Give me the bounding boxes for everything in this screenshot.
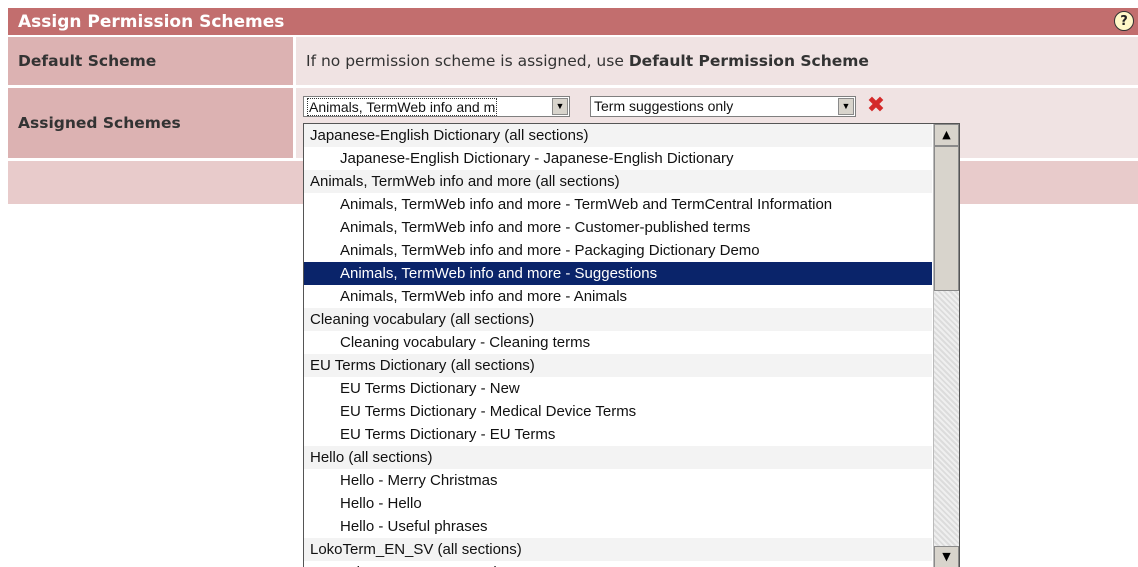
dropdown-option[interactable]: Animals, TermWeb info and more - Custome…	[304, 216, 932, 239]
dropdown-option[interactable]: EU Terms Dictionary - Medical Device Ter…	[304, 400, 932, 423]
dropdown-option[interactable]: Hello - Merry Christmas	[304, 469, 932, 492]
dropdown-option[interactable]: Animals, TermWeb info and more - Animals	[304, 285, 932, 308]
default-scheme-text: If no permission scheme is assigned, use	[306, 52, 629, 70]
dropdown-option[interactable]: Japanese-English Dictionary - Japanese-E…	[304, 147, 932, 170]
dropdown-option[interactable]: Hello - Useful phrases	[304, 515, 932, 538]
dropdown-option[interactable]: Cleaning vocabulary - Cleaning terms	[304, 331, 932, 354]
panel-header: Assign Permission Schemes ?	[8, 8, 1138, 36]
dropdown-group-option[interactable]: Animals, TermWeb info and more (all sect…	[304, 170, 932, 193]
permission-select[interactable]: Term suggestions only ▼	[590, 96, 856, 117]
default-scheme-value: If no permission scheme is assigned, use…	[296, 37, 1138, 85]
question-icon[interactable]: ?	[1114, 11, 1134, 31]
assigned-schemes-label: Assigned Schemes	[8, 88, 293, 158]
delete-icon[interactable]: ✖	[865, 95, 887, 117]
dropdown-options: Japanese-English Dictionary (all section…	[304, 124, 959, 567]
panel-title: Assign Permission Schemes	[18, 12, 285, 32]
permission-select-value: Term suggestions only	[594, 98, 734, 114]
dropdown-option[interactable]: Animals, TermWeb info and more - Suggest…	[304, 262, 932, 285]
dropdown-group-option[interactable]: Cleaning vocabulary (all sections)	[304, 308, 932, 331]
dropdown-option[interactable]: Animals, TermWeb info and more - Packagi…	[304, 239, 932, 262]
chevron-down-icon[interactable]: ▼	[838, 98, 854, 115]
chevron-down-icon[interactable]: ▼	[552, 98, 568, 115]
dropdown-option[interactable]: Hello - Hello	[304, 492, 932, 515]
dropdown-group-option[interactable]: Japanese-English Dictionary (all section…	[304, 124, 932, 147]
scheme-dropdown-list[interactable]: Japanese-English Dictionary (all section…	[303, 123, 960, 567]
scroll-down-icon[interactable]: ▼	[934, 546, 959, 567]
dropdown-group-option[interactable]: LokoTerm_EN_SV (all sections)	[304, 538, 932, 561]
default-scheme-name: Default Permission Scheme	[628, 52, 869, 70]
dropdown-group-option[interactable]: EU Terms Dictionary (all sections)	[304, 354, 932, 377]
dropdown-option[interactable]: EU Terms Dictionary - EU Terms	[304, 423, 932, 446]
default-scheme-label: Default Scheme	[8, 37, 293, 85]
scrollbar-thumb[interactable]	[934, 146, 959, 291]
scroll-up-icon[interactable]: ▲	[934, 124, 959, 146]
dropdown-scrollbar[interactable]: ▲ ▼	[933, 124, 959, 567]
default-scheme-row: Default Scheme If no permission scheme i…	[8, 37, 1138, 85]
scheme-select-value: Animals, TermWeb info and m	[307, 98, 498, 116]
dropdown-option[interactable]: Animals, TermWeb info and more - TermWeb…	[304, 193, 932, 216]
scheme-select[interactable]: Animals, TermWeb info and m ▼	[303, 96, 570, 117]
dropdown-option[interactable]: LokoTerm_EN_SV - LokoTerm	[304, 561, 932, 567]
dropdown-group-option[interactable]: Hello (all sections)	[304, 446, 932, 469]
dropdown-option[interactable]: EU Terms Dictionary - New	[304, 377, 932, 400]
